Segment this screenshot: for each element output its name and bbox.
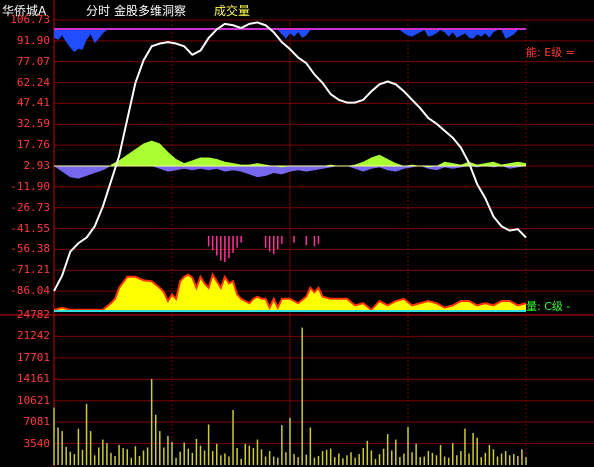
volume-tick-label: 21242 xyxy=(16,329,50,343)
price-tick-label: 62.24 xyxy=(16,75,50,89)
price-tick-label: -71.21 xyxy=(10,263,50,277)
volume-tick-label: 24782 xyxy=(16,308,50,321)
price-tick-label: -26.73 xyxy=(10,200,50,214)
price-tick-label: 47.41 xyxy=(16,96,50,110)
volume-tick-label: 10621 xyxy=(16,393,50,407)
price-tick-label: 2.93 xyxy=(23,158,51,172)
price-tick-label: 106.73 xyxy=(10,13,50,26)
volume-tick-label: 14161 xyxy=(16,372,50,386)
price-tick-label: 17.76 xyxy=(16,138,50,152)
price-tick-label: 77.07 xyxy=(16,54,50,68)
price-tick-label: -11.90 xyxy=(10,179,50,193)
indicator-name[interactable]: 金股多维洞察 xyxy=(114,2,186,19)
price-tick-label: -56.38 xyxy=(10,242,50,256)
price-tick-label: -86.04 xyxy=(10,284,50,298)
volume-tick-label: 17701 xyxy=(16,350,50,364)
volume-grade-label: 量: C级 - xyxy=(526,300,571,313)
volume-title: 成交量 xyxy=(214,4,251,18)
volume-tick-label: 7081 xyxy=(23,415,51,429)
stock-chart[interactable] xyxy=(0,0,594,467)
price-tick-label: 91.90 xyxy=(16,33,50,47)
energy-grade-label: 能: E级 = xyxy=(526,46,575,59)
price-tick-label: 32.59 xyxy=(16,117,50,131)
price-tick-label: -41.55 xyxy=(10,221,50,235)
volume-tick-label: 3540 xyxy=(23,436,51,450)
timeshare-mode-label[interactable]: 分时 xyxy=(86,2,110,19)
